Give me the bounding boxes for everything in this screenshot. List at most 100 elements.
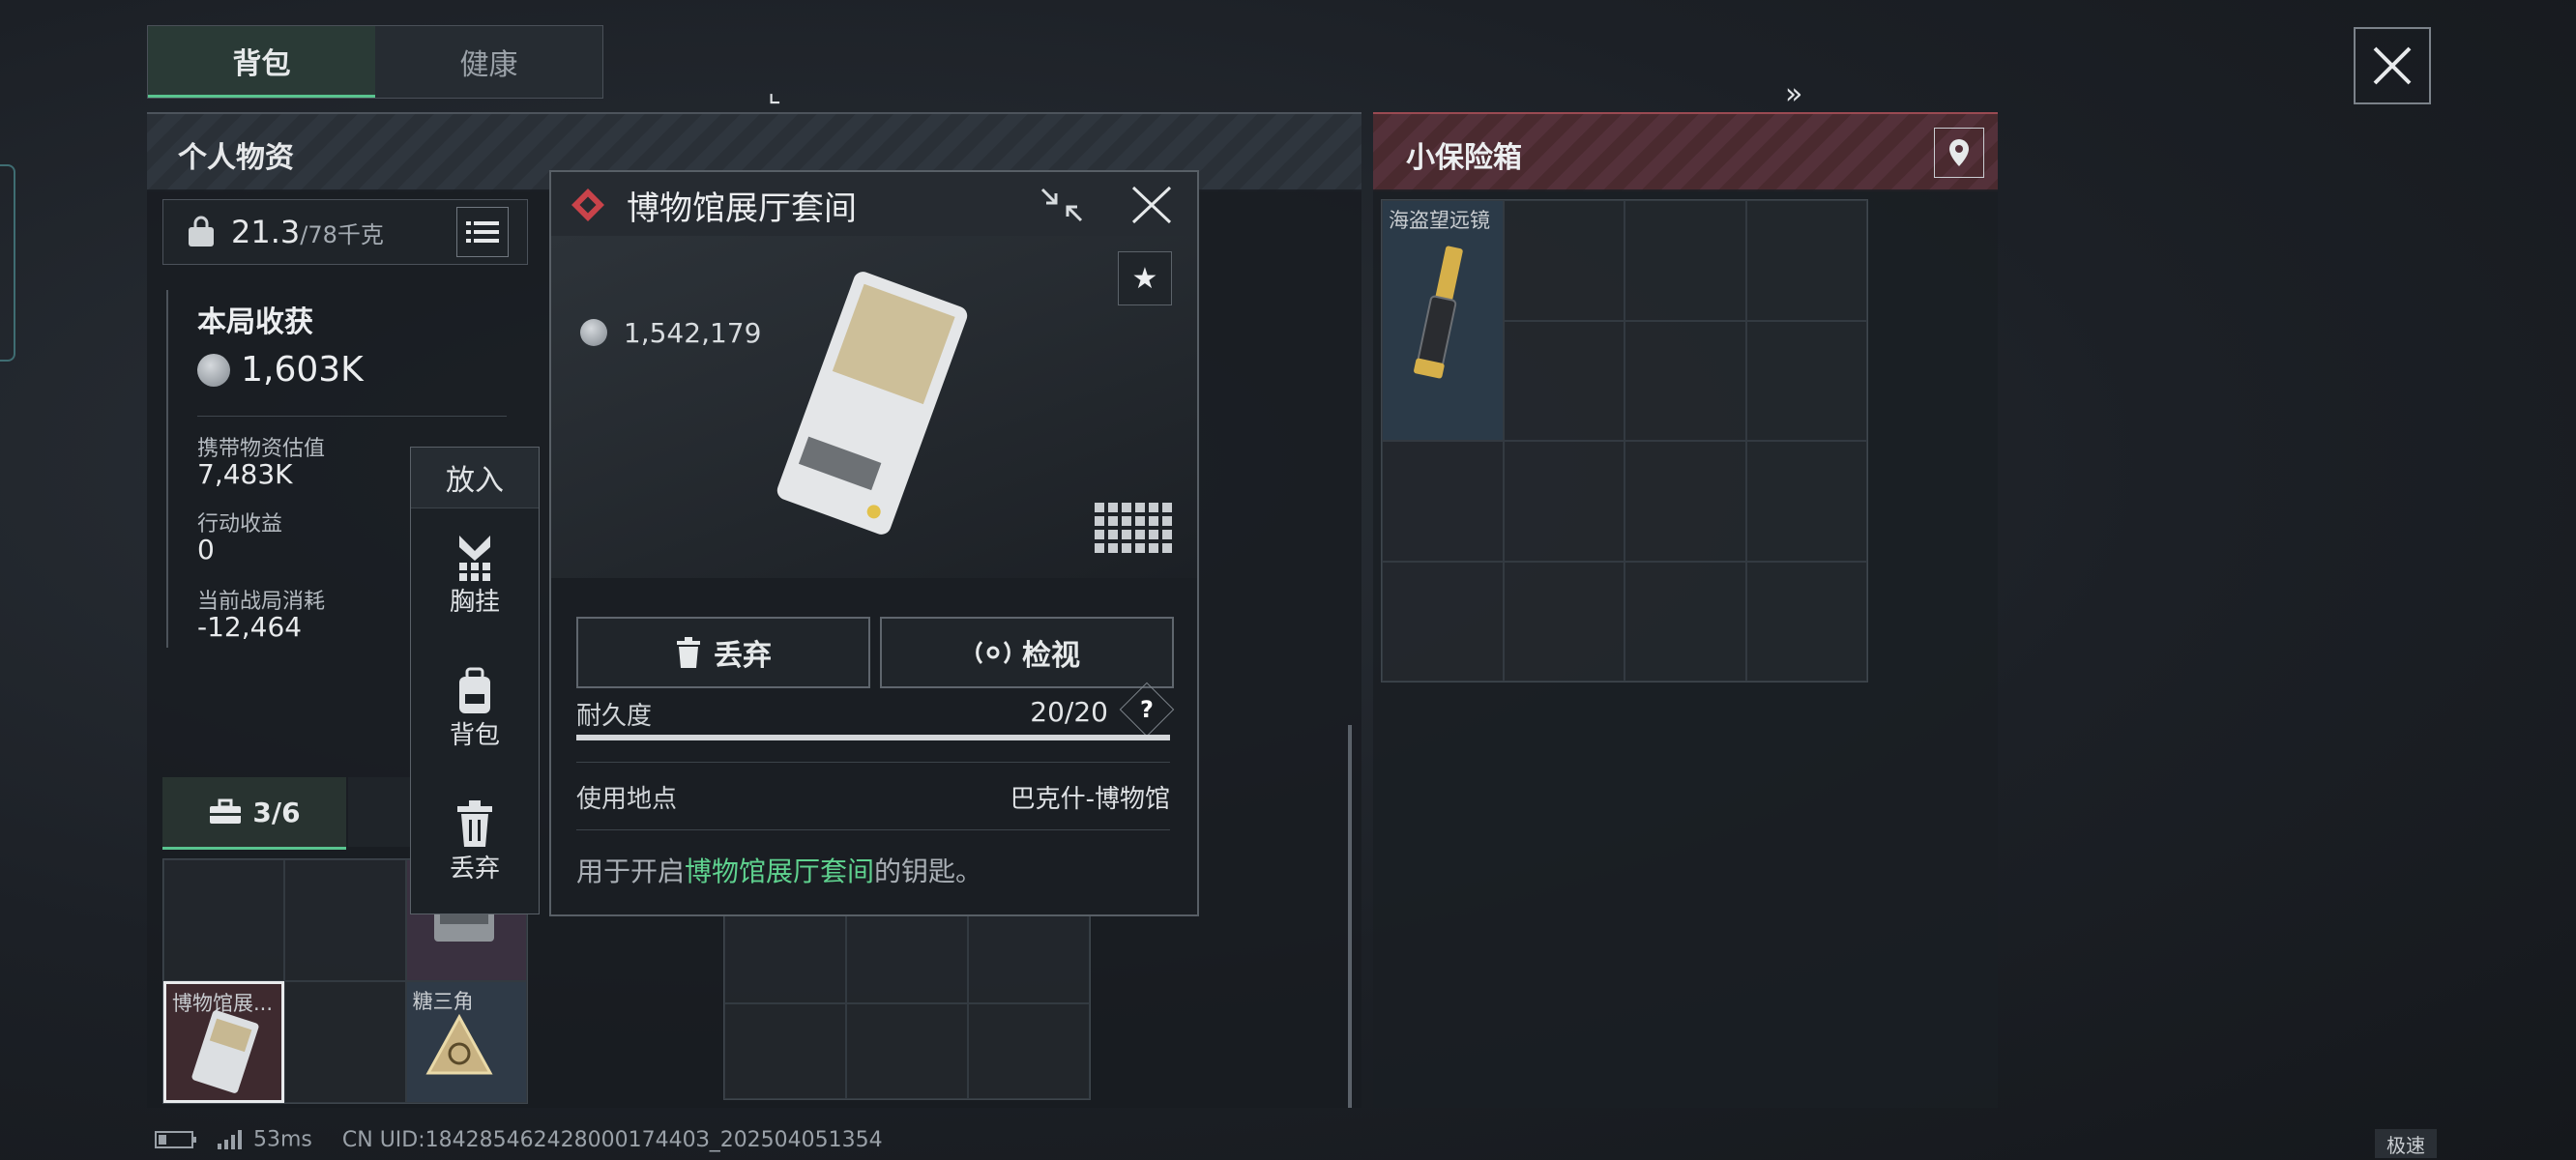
coin-icon bbox=[580, 319, 607, 346]
session-title: 本局收获 bbox=[197, 305, 313, 339]
inspect-label: 检视 bbox=[1022, 639, 1080, 673]
location-value: 巴克什-博物馆 bbox=[1010, 785, 1170, 814]
coin-icon bbox=[197, 353, 230, 387]
key-rarity-icon bbox=[571, 188, 604, 221]
inspect-button[interactable]: 检视 bbox=[880, 617, 1174, 688]
grid-cell[interactable] bbox=[284, 981, 406, 1103]
carry-value: 7,483K bbox=[197, 458, 293, 490]
tab-backpack[interactable]: 背包 bbox=[148, 26, 375, 98]
grid-cell[interactable] bbox=[1503, 561, 1625, 682]
durability-bar bbox=[576, 735, 1170, 740]
grid-cell[interactable] bbox=[1625, 441, 1746, 562]
corner-arrow-icon: ⌞ bbox=[768, 75, 782, 109]
menu-item-backpack[interactable]: 背包 bbox=[411, 642, 539, 775]
tab-container-count[interactable]: 3/6 bbox=[162, 777, 346, 850]
list-button[interactable] bbox=[456, 207, 509, 257]
item-detail-popup: 博物馆展厅套间 1,542,179 ★ 丢弃 检视 耐久度 20/20 ? 使用… bbox=[549, 170, 1199, 916]
location-row: 使用地点 巴克什-博物馆 bbox=[576, 779, 1170, 815]
sugar-triangle-item[interactable]: 糖三角 bbox=[405, 981, 527, 1103]
price-value: 1,542,179 bbox=[623, 316, 762, 349]
pin-icon bbox=[1949, 139, 1969, 166]
grid-cell[interactable] bbox=[1625, 200, 1746, 321]
grid-cell[interactable] bbox=[1745, 320, 1867, 441]
grid-cell[interactable] bbox=[846, 1003, 968, 1099]
side-drawer-handle[interactable] bbox=[0, 164, 15, 362]
menu-item-label: 丢弃 bbox=[449, 854, 500, 884]
discard-button[interactable]: 丢弃 bbox=[576, 617, 870, 688]
grid-cell[interactable] bbox=[1382, 561, 1504, 682]
weight-value: 21.3 bbox=[231, 214, 301, 250]
close-button[interactable] bbox=[2354, 27, 2431, 104]
grid-cell[interactable] bbox=[1503, 200, 1625, 321]
scrollbar[interactable] bbox=[1348, 725, 1352, 1108]
speed-badge: 极速 bbox=[2375, 1129, 2437, 1158]
durability-value: 20/20 bbox=[1030, 696, 1108, 728]
grid-cell[interactable] bbox=[1745, 561, 1867, 682]
put-in-title: 放入 bbox=[411, 448, 539, 508]
double-arrow-icon: » bbox=[1785, 77, 1803, 111]
location-pin-button[interactable] bbox=[1934, 128, 1984, 178]
item-name: 海盗望远镜 bbox=[1389, 209, 1490, 232]
grid-cell[interactable] bbox=[1625, 320, 1746, 441]
chest-rig-icon bbox=[459, 535, 490, 581]
trash-icon bbox=[457, 799, 492, 847]
item-preview: 1,542,179 bbox=[551, 236, 1197, 578]
durability-row: 耐久度 20/20 ? bbox=[576, 682, 1175, 738]
item-price: 1,542,179 bbox=[580, 315, 761, 349]
location-label: 使用地点 bbox=[576, 785, 678, 814]
trash-icon bbox=[677, 637, 700, 668]
grid-cell[interactable] bbox=[1625, 561, 1746, 682]
panel-title: 个人物资 bbox=[178, 141, 294, 175]
help-button[interactable]: ? bbox=[1119, 682, 1175, 738]
museum-key-item[interactable]: 博物馆展... bbox=[163, 981, 285, 1103]
put-in-menu: 放入 胸挂 背包 丢弃 bbox=[410, 447, 540, 914]
item-description: 用于开启博物馆展厅套间的钥匙。 bbox=[576, 851, 982, 889]
battery-icon bbox=[155, 1131, 196, 1148]
small-safe-header: 小保险箱 bbox=[1373, 112, 1998, 191]
weight-max: /78千克 bbox=[300, 220, 384, 248]
durability-label: 耐久度 bbox=[576, 702, 653, 731]
grid-cell[interactable] bbox=[1503, 441, 1625, 562]
grid-cell[interactable] bbox=[284, 859, 406, 981]
collapse-icon[interactable] bbox=[1039, 186, 1085, 224]
divider bbox=[576, 829, 1170, 830]
grid-cell[interactable] bbox=[724, 1003, 846, 1099]
secondary-grid bbox=[723, 907, 1091, 1100]
signal-icon bbox=[218, 1130, 242, 1149]
discard-label: 丢弃 bbox=[714, 639, 772, 673]
briefcase-icon bbox=[210, 798, 242, 824]
divider bbox=[197, 416, 507, 417]
popup-title: 博物馆展厅套间 bbox=[627, 189, 857, 228]
action-value: 0 bbox=[197, 534, 215, 566]
grid-cell[interactable] bbox=[968, 1003, 1090, 1099]
tab-health[interactable]: 健康 bbox=[375, 26, 602, 98]
grid-cell[interactable] bbox=[163, 859, 285, 981]
safe-grid: 海盗望远镜 bbox=[1381, 199, 1868, 682]
menu-item-discard[interactable]: 丢弃 bbox=[411, 775, 539, 909]
desc-highlight: 博物馆展厅套间 bbox=[685, 856, 875, 887]
grid-cell[interactable] bbox=[968, 908, 1090, 1003]
grid-cell[interactable] bbox=[724, 908, 846, 1003]
menu-item-chest-rig[interactable]: 胸挂 bbox=[411, 508, 539, 642]
help-icon: ? bbox=[1140, 696, 1154, 723]
grid-cell[interactable] bbox=[846, 908, 968, 1003]
session-total: 1,603K bbox=[197, 350, 364, 390]
divider bbox=[576, 762, 1170, 763]
pirate-telescope-item[interactable]: 海盗望远镜 bbox=[1382, 200, 1504, 441]
favorite-star-button[interactable]: ★ bbox=[1118, 251, 1172, 305]
grid-cell[interactable] bbox=[1382, 441, 1504, 562]
close-icon bbox=[2373, 46, 2412, 85]
triangle-item-icon bbox=[425, 1013, 493, 1075]
latency: 53ms bbox=[253, 1127, 312, 1152]
cost-value: -12,464 bbox=[197, 611, 303, 643]
menu-item-label: 胸挂 bbox=[449, 587, 500, 617]
grid-cell[interactable] bbox=[1503, 320, 1625, 441]
popup-close-icon[interactable] bbox=[1129, 184, 1174, 226]
desc-prefix: 用于开启 bbox=[576, 856, 686, 887]
grid-cell[interactable] bbox=[1745, 200, 1867, 321]
uid: CN UID:18428546242800017440З_20250405135… bbox=[341, 1127, 883, 1152]
star-icon: ★ bbox=[1131, 261, 1158, 296]
grid-cell[interactable] bbox=[1745, 441, 1867, 562]
session-value: 1,603K bbox=[241, 350, 364, 390]
item-name: 糖三角 bbox=[412, 990, 474, 1013]
